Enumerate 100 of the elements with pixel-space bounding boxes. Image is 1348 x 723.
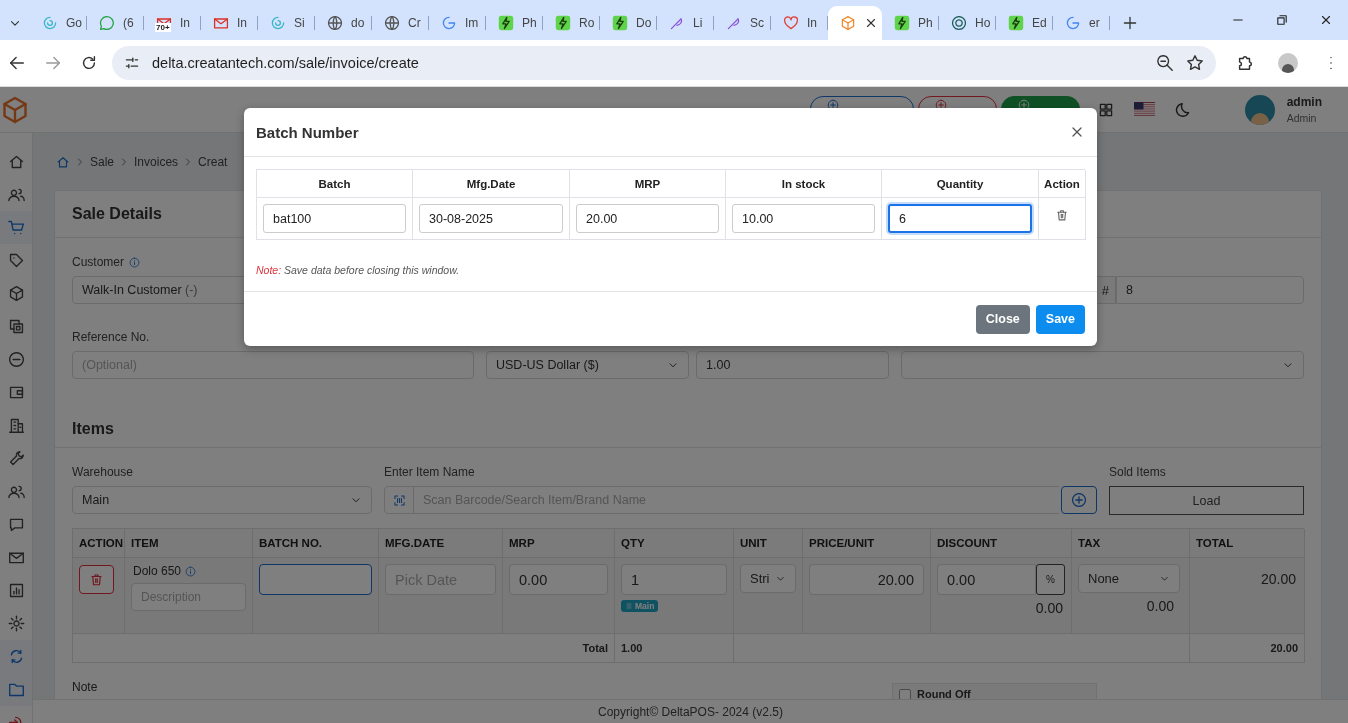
browser-tab[interactable]: Sc [714, 6, 771, 40]
trash-icon [89, 572, 104, 587]
plus-circle-icon [1071, 492, 1087, 508]
envelope-icon [213, 15, 229, 31]
browser-tab[interactable]: 70+ In [144, 6, 201, 40]
trash-icon[interactable] [1055, 208, 1069, 222]
chat-bubble-icon [99, 15, 115, 31]
total-quantity: 1.00 [621, 642, 643, 654]
home-icon[interactable] [56, 154, 70, 169]
mrp-field[interactable]: 20.00 [576, 204, 719, 233]
delete-button[interactable] [79, 565, 114, 594]
browser-tab[interactable]: Ro [543, 6, 600, 40]
chat-icon [7, 516, 25, 533]
select-field[interactable] [901, 351, 1304, 379]
invoice-number-field[interactable]: 8 [1116, 276, 1304, 304]
exchange-rate-field[interactable]: 1.00 [696, 351, 889, 379]
browser-tab[interactable]: do [315, 6, 372, 40]
badge-text: Main [635, 601, 655, 611]
discount-field[interactable]: 0.00 [937, 564, 1036, 595]
globe-icon [384, 15, 400, 31]
breadcrumb-link[interactable]: Sale [90, 154, 115, 169]
sidebar-item[interactable] [0, 640, 32, 673]
wrench-icon [7, 450, 25, 467]
copyright-text: Copyright© DeltaPOS- 2024 (v2.5) [598, 704, 783, 719]
settings-icon [7, 615, 25, 632]
field-label: Sold Items [1109, 465, 1166, 479]
restore-icon[interactable] [1275, 13, 1289, 27]
column-header: QTY [615, 529, 734, 558]
column-header: MRP [503, 529, 615, 558]
star-icon[interactable] [1186, 54, 1204, 72]
bolt-icon [498, 15, 514, 31]
note-text: Note: Save data before closing this window. [256, 264, 461, 276]
browser-tab[interactable]: Ph [882, 6, 939, 40]
breadcrumb-link[interactable]: Invoices [134, 154, 179, 169]
stock-field[interactable]: 10.00 [732, 204, 875, 233]
ring-icon [441, 15, 457, 31]
column-header: In stock [726, 170, 882, 198]
browser-tab[interactable]: Si [258, 6, 315, 40]
item-name: Dolo 650 [133, 564, 182, 578]
browser-tab[interactable]: er [1053, 6, 1110, 40]
sidebar-item[interactable] [0, 673, 32, 706]
chart-icon [7, 582, 25, 599]
flag-icon[interactable] [1133, 102, 1155, 117]
grand-total: 20.00 [1270, 642, 1298, 654]
add-item-button[interactable] [1061, 486, 1097, 514]
column-header: Action [1039, 170, 1086, 198]
batch-field[interactable] [259, 564, 372, 595]
price-field[interactable]: 20.00 [809, 564, 924, 595]
browser-tab[interactable]: Im [429, 6, 486, 40]
browser-tab[interactable]: Ho [939, 6, 996, 40]
currency-select[interactable]: USD-US Dollar ($) [486, 351, 689, 379]
percent-button[interactable]: % [1036, 564, 1065, 595]
column-header: MFG.DATE [379, 529, 503, 558]
swirl-icon [270, 15, 286, 31]
warehouse-select[interactable]: Main [72, 486, 372, 514]
tax-amount: 0.00 [1145, 598, 1175, 614]
cube-logo-icon [0, 94, 30, 125]
mrp-field[interactable]: 0.00 [509, 564, 608, 595]
copy-icon [7, 318, 25, 335]
browser-tab[interactable]: Do [600, 6, 657, 40]
close-button[interactable]: Close [975, 304, 1030, 334]
field-label: Warehouse [72, 465, 133, 479]
minus-circle-icon [7, 351, 25, 368]
address-bar[interactable]: delta.creatantech.com/sale/invoice/create [112, 46, 1216, 80]
batch-field[interactable]: bat100 [263, 204, 406, 233]
quantity-field[interactable]: 1 [621, 564, 727, 595]
tax-select[interactable]: None [1078, 564, 1180, 593]
puzzle-icon[interactable] [1236, 54, 1254, 72]
new-tab-icon[interactable] [1122, 15, 1138, 31]
info-icon [129, 256, 140, 268]
browser-tab[interactable]: Ph [486, 6, 543, 40]
browser-tab[interactable]: In [771, 6, 828, 40]
reload-icon[interactable] [80, 54, 98, 72]
browser-tab[interactable]: Cr [372, 6, 429, 40]
bolt-icon [555, 15, 571, 31]
globe-icon [327, 15, 343, 31]
forward-icon[interactable] [44, 54, 62, 72]
quantity-field[interactable]: 6 [888, 204, 1032, 233]
user-name: admin [1286, 95, 1322, 109]
grid-icon[interactable] [1097, 101, 1114, 118]
browser-tab[interactable]: Ed [996, 6, 1053, 40]
browser-tab[interactable]: (6 [87, 6, 144, 40]
ring-icon [1065, 15, 1081, 31]
browser-tab[interactable]: Go [30, 6, 87, 40]
close-icon[interactable] [864, 16, 878, 30]
row-total: 20.00 [1260, 571, 1297, 587]
unit-select[interactable]: Stri [740, 564, 796, 593]
browser-tab[interactable]: Li [657, 6, 714, 40]
load-button[interactable]: Load [1109, 486, 1304, 515]
tune-icon[interactable] [124, 55, 140, 71]
browser-tab[interactable]: In [201, 6, 258, 40]
zoom-icon[interactable] [1156, 54, 1174, 72]
plus-circle-icon [934, 99, 947, 111]
close-icon[interactable] [1319, 13, 1333, 27]
breadcrumb-link[interactable]: Creat [198, 154, 228, 169]
back-icon[interactable] [8, 54, 26, 72]
checkbox[interactable] [899, 689, 911, 699]
sidebar-item[interactable] [0, 211, 32, 244]
date-field[interactable]: 30-08-2025 [419, 204, 563, 233]
profile-avatar[interactable] [1278, 53, 1298, 73]
